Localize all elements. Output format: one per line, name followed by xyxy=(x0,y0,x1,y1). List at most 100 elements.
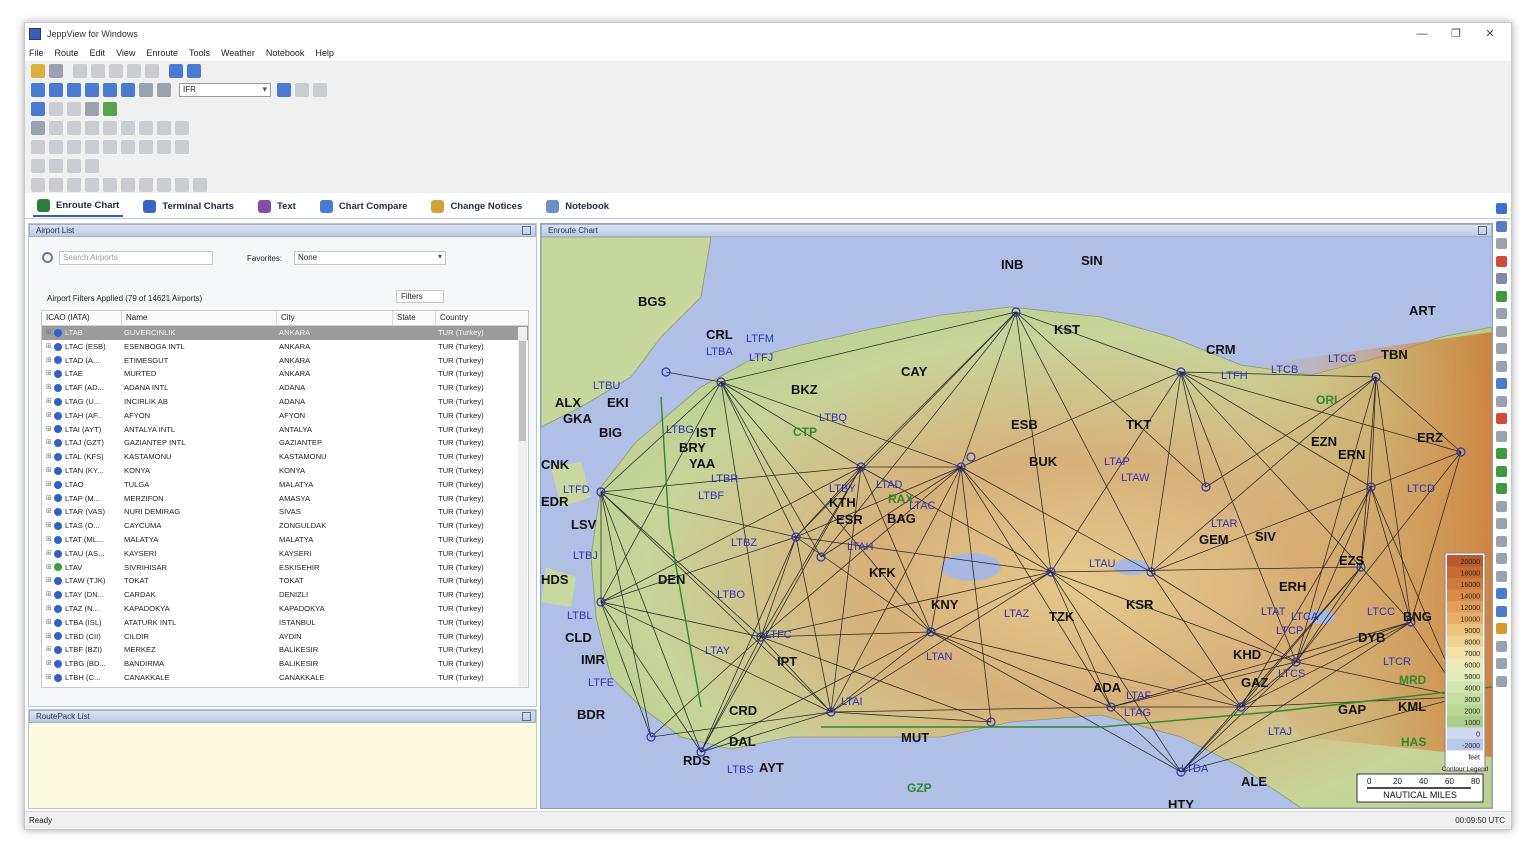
expand-icon[interactable]: ⊞ xyxy=(46,643,53,657)
tool-21-icon[interactable] xyxy=(1496,553,1507,564)
route-tool-8-icon[interactable] xyxy=(157,121,171,135)
column-country[interactable]: Country xyxy=(436,311,506,325)
tool-15-icon[interactable] xyxy=(1496,448,1507,459)
page-tool-5-icon[interactable] xyxy=(103,140,117,154)
note-tool-1-icon[interactable] xyxy=(31,159,45,173)
place-label-bry[interactable]: BRY xyxy=(679,440,706,455)
place-label-rds[interactable]: RDS xyxy=(683,753,711,768)
select-arrow-icon[interactable] xyxy=(31,102,45,116)
expand-icon[interactable]: ⊞ xyxy=(46,326,53,340)
place-label-ltba[interactable]: LTBA xyxy=(706,346,733,358)
place-label-ltfm[interactable]: LTFM xyxy=(746,333,774,345)
tool-12-icon[interactable] xyxy=(1496,395,1507,407)
place-label-rax[interactable]: RAX xyxy=(888,492,913,506)
table-row[interactable]: ⊞ LTAB GUVERCINLIK ANKARA TUR (Turkey) xyxy=(42,326,528,340)
map-tool-4-icon[interactable] xyxy=(85,178,99,192)
pointer-icon[interactable] xyxy=(175,178,189,192)
place-label-ezs[interactable]: EZS xyxy=(1339,553,1365,568)
pin-icon[interactable] xyxy=(522,226,531,235)
place-label-kth[interactable]: KTH xyxy=(829,495,856,510)
place-label-hds[interactable]: HDS xyxy=(541,572,569,587)
expand-icon[interactable]: ⊞ xyxy=(46,354,53,368)
place-label-ltcr[interactable]: LTCR xyxy=(1383,656,1411,668)
expand-icon[interactable]: ⊞ xyxy=(46,423,53,437)
table-row[interactable]: ⊞ LTAS (O... CAYCUMA ZONGULDAK TUR (Turkey) xyxy=(42,519,528,533)
tool-3-icon[interactable] xyxy=(1496,238,1507,249)
tool-6-icon[interactable] xyxy=(1496,290,1507,302)
place-label-gap[interactable]: GAP xyxy=(1338,702,1367,717)
tool-27-icon[interactable] xyxy=(1496,658,1507,669)
route-icon[interactable] xyxy=(103,102,117,116)
expand-icon[interactable]: ⊞ xyxy=(46,505,53,519)
map-tool-10-icon[interactable] xyxy=(193,178,207,192)
place-label-ltcb[interactable]: LTCB xyxy=(1271,364,1298,376)
menu-file[interactable]: File xyxy=(29,48,44,58)
place-label-esr[interactable]: ESR xyxy=(836,512,863,527)
place-label-ada[interactable]: ADA xyxy=(1093,680,1122,695)
place-label-bkz[interactable]: BKZ xyxy=(791,382,818,397)
tool-20-icon[interactable] xyxy=(1496,535,1507,547)
table-row[interactable]: ⊞ LTAF (AD... ADANA INTL ADANA TUR (Turkey) xyxy=(42,381,528,395)
route-tool-7-icon[interactable] xyxy=(139,121,153,135)
place-label-bng[interactable]: BNG xyxy=(1403,609,1432,624)
place-label-ltaw[interactable]: LTAW xyxy=(1121,472,1150,484)
tool-25-icon[interactable] xyxy=(1496,623,1507,634)
place-label-ale[interactable]: ALE xyxy=(1241,774,1267,789)
scroll-thumb[interactable] xyxy=(519,341,526,441)
page-tool-4-icon[interactable] xyxy=(85,140,99,154)
map-tool-2-icon[interactable] xyxy=(49,178,63,192)
place-label-ori[interactable]: ORI xyxy=(1316,393,1337,407)
menu-route[interactable]: Route xyxy=(55,48,79,58)
cut-icon[interactable] xyxy=(73,64,87,78)
place-label-ipt[interactable]: IPT xyxy=(777,654,797,669)
place-label-ltcp[interactable]: LTCP xyxy=(1276,625,1303,637)
expand-icon[interactable]: ⊞ xyxy=(46,450,53,464)
expand-icon[interactable]: ⊞ xyxy=(46,340,53,354)
table-row[interactable]: ⊞ LTAR (VAS) NURI DEMIRAG SIVAS TUR (Turkey) xyxy=(42,505,528,519)
route-tool-4-icon[interactable] xyxy=(85,121,99,135)
layers-icon[interactable] xyxy=(139,83,153,97)
close-button[interactable]: ✕ xyxy=(1475,26,1505,42)
table-row[interactable]: ⊞ LTBA (ISL) ATATURK INTL ISTANBUL TUR (Turk… xyxy=(42,616,528,630)
place-label-mut[interactable]: MUT xyxy=(901,730,929,745)
tool-26-icon[interactable] xyxy=(1496,640,1507,652)
place-label-ltbf[interactable]: LTBF xyxy=(698,490,724,502)
pin-icon[interactable] xyxy=(522,712,531,721)
find-icon[interactable] xyxy=(31,83,45,97)
menu-weather[interactable]: Weather xyxy=(221,48,255,58)
place-label-ltau[interactable]: LTAU xyxy=(1089,558,1116,570)
place-label-ctp[interactable]: CTP xyxy=(793,425,817,439)
tool-4-icon[interactable] xyxy=(1496,255,1507,267)
place-label-ltaz[interactable]: LTAZ xyxy=(1004,608,1030,620)
minimize-button[interactable]: — xyxy=(1407,26,1437,42)
tab-enroute-chart[interactable]: Enroute Chart xyxy=(33,197,124,217)
expand-icon[interactable]: ⊞ xyxy=(46,671,53,685)
help-icon[interactable] xyxy=(169,64,183,78)
map-tool-1-icon[interactable] xyxy=(31,178,45,192)
paste-icon[interactable] xyxy=(109,64,123,78)
route-tool-6-icon[interactable] xyxy=(121,121,135,135)
undo-icon[interactable] xyxy=(127,64,141,78)
tool-22-icon[interactable] xyxy=(1496,570,1507,582)
table-row[interactable]: ⊞ LTBH (C... CANAKKALE CANAKKALE TUR (Turkey… xyxy=(42,671,528,685)
place-label-ltap[interactable]: LTAP xyxy=(1104,456,1130,468)
expand-icon[interactable]: ⊞ xyxy=(46,409,53,423)
tool-19-icon[interactable] xyxy=(1496,518,1507,529)
place-label-crl[interactable]: CRL xyxy=(706,327,733,342)
place-label-ltbq[interactable]: LTBQ xyxy=(819,412,847,424)
expand-icon[interactable]: ⊞ xyxy=(46,395,53,409)
zoom-fit-icon[interactable] xyxy=(121,83,135,97)
note-tool-3-icon[interactable] xyxy=(67,159,81,173)
page-tool-2-icon[interactable] xyxy=(49,140,63,154)
night-mode-icon[interactable] xyxy=(295,83,309,97)
place-label-ltbj[interactable]: LTBJ xyxy=(573,550,598,562)
expand-icon[interactable]: ⊞ xyxy=(46,602,53,616)
tool-11-icon[interactable] xyxy=(1496,378,1507,389)
redo-icon[interactable] xyxy=(145,64,159,78)
menu-view[interactable]: View xyxy=(116,48,135,58)
place-label-dal[interactable]: DAL xyxy=(729,734,756,749)
route-tool-2-icon[interactable] xyxy=(49,121,63,135)
expand-icon[interactable]: ⊞ xyxy=(46,616,53,630)
place-label-bgs[interactable]: BGS xyxy=(638,294,667,309)
expand-icon[interactable]: ⊞ xyxy=(46,574,53,588)
